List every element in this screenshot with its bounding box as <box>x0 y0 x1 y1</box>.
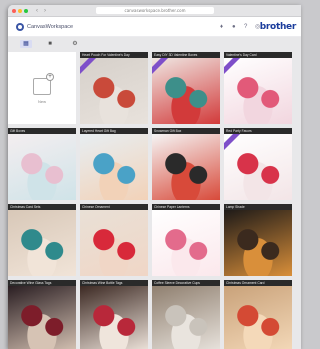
project-thumbnail <box>8 210 76 276</box>
help-icon[interactable]: ? <box>244 24 247 30</box>
new-project-label: New <box>37 99 46 104</box>
project-card[interactable]: Gift Boxes <box>8 128 76 200</box>
browser-toolbar: ‹ › canvasworkspace.brother.com <box>8 5 301 17</box>
project-card[interactable]: Easy DIY 3D Valentine Boxes <box>152 52 220 124</box>
project-card[interactable]: Christmas Ornament Card <box>224 280 292 349</box>
user-icon[interactable]: ● <box>232 24 236 30</box>
maximize-window-icon[interactable] <box>24 9 28 13</box>
address-bar[interactable]: canvasworkspace.brother.com <box>96 7 214 14</box>
forward-arrow-icon[interactable]: › <box>44 8 50 14</box>
settings-icon[interactable]: ⚙ <box>69 40 81 48</box>
app-header: CanvasWorkspace ♦ ● ? ◎ brother <box>8 17 301 37</box>
new-project-card[interactable]: + New <box>8 52 76 124</box>
project-thumbnail <box>80 286 148 349</box>
project-card[interactable]: Chinese Ornament <box>80 204 148 276</box>
project-thumbnail <box>80 210 148 276</box>
project-card[interactable]: Coffee Sleeve Decorative Cups <box>152 280 220 349</box>
app-logo-icon[interactable] <box>16 23 24 31</box>
app-title[interactable]: CanvasWorkspace <box>27 24 73 30</box>
project-card[interactable]: Layered Heart Gift Bag <box>80 128 148 200</box>
close-window-icon[interactable] <box>12 9 16 13</box>
lightbulb-icon[interactable]: ♦ <box>220 24 223 30</box>
project-card[interactable]: Valentine's Day Card <box>224 52 292 124</box>
project-thumbnail <box>224 210 292 276</box>
project-card[interactable]: Chinese Paper Lanterns <box>152 204 220 276</box>
project-card[interactable]: Christmas Wine Bottle Tags <box>80 280 148 349</box>
project-card[interactable]: Heart Pouch For Valentine's Day <box>80 52 148 124</box>
project-card[interactable]: Snowman Gift Box <box>152 128 220 200</box>
project-thumbnail <box>224 286 292 349</box>
minimize-window-icon[interactable] <box>18 9 22 13</box>
project-thumbnail <box>152 134 220 200</box>
project-card[interactable]: Red Party Favors <box>224 128 292 200</box>
project-card[interactable]: Decorative Wine Glass Tags <box>8 280 76 349</box>
project-thumbnail <box>224 58 292 124</box>
project-thumbnail <box>224 134 292 200</box>
new-ribbon <box>224 134 243 153</box>
new-ribbon <box>80 58 99 77</box>
category-icon[interactable]: ■ <box>44 40 56 48</box>
project-thumbnail <box>80 134 148 200</box>
new-ribbon <box>152 58 171 77</box>
back-arrow-icon[interactable]: ‹ <box>36 8 42 14</box>
project-card[interactable]: Lamp Shade <box>224 204 292 276</box>
project-thumbnail <box>152 210 220 276</box>
project-card[interactable]: Christmas Card Sets <box>8 204 76 276</box>
project-thumbnail <box>152 58 220 124</box>
project-thumbnail <box>152 286 220 349</box>
project-thumbnail <box>8 286 76 349</box>
view-toolbar: ▦ ■ ⚙ <box>8 37 301 51</box>
project-thumbnail <box>80 58 148 124</box>
new-ribbon <box>224 58 243 77</box>
plus-icon: + <box>46 73 54 81</box>
grid-view-icon[interactable]: ▦ <box>20 40 32 48</box>
brother-logo: brother <box>259 22 297 32</box>
project-thumbnail <box>8 134 76 200</box>
